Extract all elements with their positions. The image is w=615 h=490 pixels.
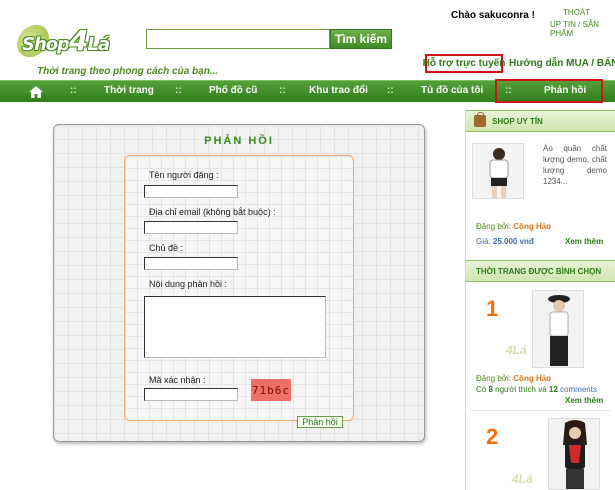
sidebar-divider — [465, 110, 466, 490]
nav-item-exchange[interactable]: Khu trao đổi — [309, 85, 368, 96]
online-support-link[interactable]: Hỗ trợ trực tuyến — [423, 54, 505, 73]
content-textarea[interactable] — [144, 296, 326, 358]
submit-feedback-button[interactable]: Phản hồi — [297, 416, 343, 428]
nav-item-my-wardrobe[interactable]: Tủ đồ của tôi — [421, 85, 483, 96]
subject-label: Chủ đề : — [149, 243, 184, 253]
nav-separator: :: — [279, 85, 286, 96]
voted-fashion-header: THỜI TRANG ĐƯỢC BÌNH CHỌN — [466, 260, 615, 282]
voted-1-likes: Có 8 người thích và 12 comments — [476, 385, 597, 394]
upload-product-link[interactable]: UP TIN / SẢN PHẨM — [550, 20, 615, 38]
search-button[interactable]: Tìm kiếm — [330, 29, 392, 49]
captcha-image: 71b6c — [251, 379, 291, 401]
divider — [470, 410, 610, 411]
feedback-form: Tên người đăng : Địa chỉ email (không bắ… — [124, 155, 354, 421]
product-more-link[interactable]: Xem thêm — [565, 237, 603, 246]
voted-2-image[interactable] — [548, 418, 600, 490]
content-label: Nội dung phản hồi : — [149, 279, 228, 289]
nav-separator: :: — [175, 85, 182, 96]
name-field[interactable] — [144, 185, 238, 198]
logout-link[interactable]: THOÁT — [563, 8, 590, 17]
nav-item-fashion[interactable]: Thời trang — [104, 85, 154, 96]
voted-1-more-link[interactable]: Xem thêm — [565, 396, 603, 405]
rank-1-number: 1 — [486, 296, 499, 321]
trusted-shop-header: SHOP UY TÍN — [466, 110, 615, 132]
site-logo[interactable]: Shop4Lá — [11, 12, 126, 66]
home-icon[interactable] — [28, 84, 44, 100]
nav-active-highlight — [495, 79, 603, 103]
product-posted-by: Đăng bởi: Công Hảo — [476, 222, 552, 231]
voted-fashion-title: THỜI TRANG ĐƯỢC BÌNH CHỌN — [476, 266, 602, 276]
logo-text: Shop4Lá — [22, 24, 110, 57]
product-photo — [473, 144, 523, 198]
subject-field[interactable] — [144, 257, 238, 270]
author-link[interactable]: Công Hảo — [513, 374, 551, 383]
page-title: PHẢN HỒI — [204, 135, 274, 147]
buy-sell-guide-link[interactable]: Hướng dẫn MUA / BÁN hàng — [509, 58, 615, 69]
nav-item-used-clothes[interactable]: Phố đồ cũ — [209, 85, 257, 96]
email-field[interactable] — [144, 221, 238, 234]
email-label: Địa chỉ email (không bắt buộc) : — [149, 207, 276, 217]
search-input[interactable] — [146, 29, 330, 49]
site-tagline: Thời trang theo phong cách của bạn... — [37, 66, 219, 77]
rank-2-number: 2 — [486, 424, 499, 449]
voted-2-photo — [549, 419, 599, 489]
captcha-field[interactable] — [144, 388, 238, 401]
voted-1-image[interactable] — [532, 290, 584, 368]
user-greeting: Chào sakuconra ! — [451, 10, 535, 21]
product-description: Áo quần chất lượng demo, chất lượng demo… — [543, 144, 607, 186]
shopping-bag-icon — [474, 112, 486, 127]
name-label: Tên người đăng : — [149, 170, 219, 180]
watermark-logo: 4Lá — [512, 472, 533, 486]
trusted-shop-title: SHOP UY TÍN — [492, 116, 543, 126]
nav-separator: :: — [387, 85, 394, 96]
voted-1-photo — [533, 291, 583, 367]
nav-separator: :: — [70, 85, 77, 96]
author-link[interactable]: Công Hảo — [513, 222, 551, 231]
product-image[interactable] — [472, 143, 524, 199]
product-price: Giá: 25.000 vnđ — [476, 237, 534, 246]
voted-1-posted-by: Đăng bởi: Công Hảo — [476, 374, 552, 383]
captcha-label: Mã xác nhận : — [149, 375, 206, 385]
feedback-panel: PHẢN HỒI Tên người đăng : Địa chỉ email … — [53, 124, 425, 442]
